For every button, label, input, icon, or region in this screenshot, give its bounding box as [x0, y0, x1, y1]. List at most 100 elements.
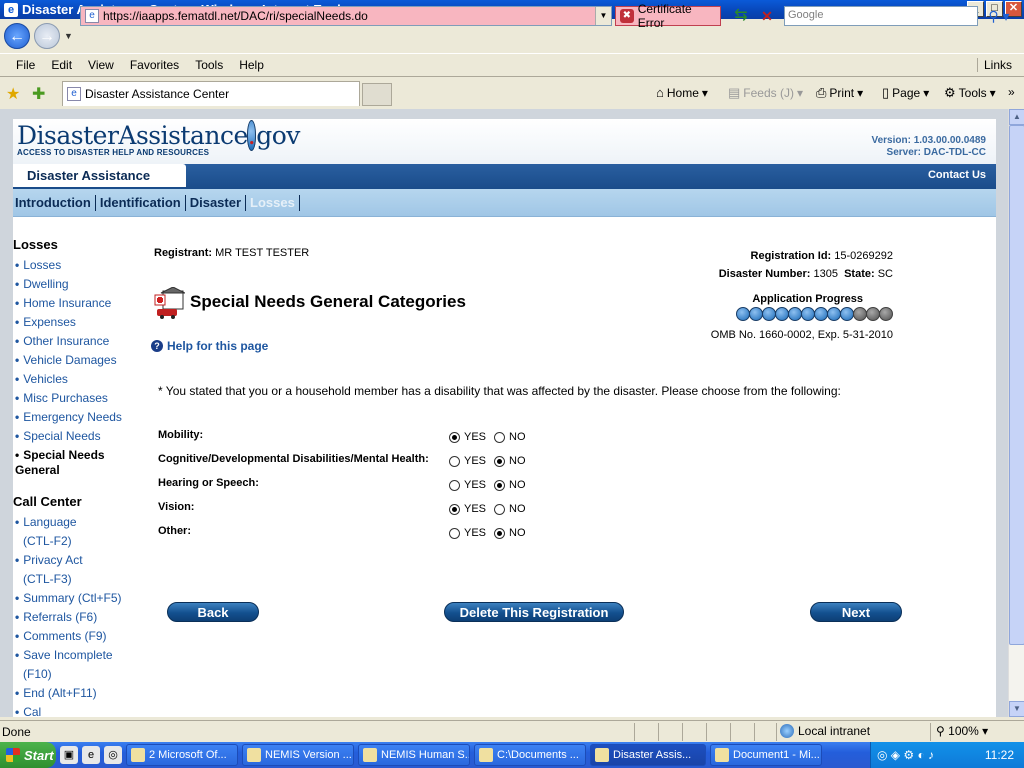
call-center-link[interactable]: • Referrals (F6)	[13, 608, 143, 627]
call-center-link[interactable]: • Comments (F9)	[13, 627, 143, 646]
windows-flag-icon	[6, 748, 20, 762]
status-bar: Done Local intranet ⚲ 100% ▾	[0, 720, 1024, 742]
quicklaunch-outlook-icon[interactable]: ◎	[104, 746, 122, 764]
yes-radio[interactable]	[449, 431, 460, 443]
progress-dot	[762, 307, 776, 321]
sidebar-item-emergency-needs[interactable]: • Emergency Needs	[13, 408, 143, 427]
back-button[interactable]: Back	[167, 602, 259, 622]
stop-icon[interactable]: ✕	[756, 6, 778, 26]
yes-label: YES	[464, 455, 487, 467]
section-nav: Introduction Identification Disaster Los…	[13, 189, 996, 217]
yes-radio[interactable]	[449, 479, 460, 491]
call-center-link[interactable]: • Cal	[13, 703, 143, 717]
security-zone[interactable]: Local intranet	[780, 724, 870, 738]
call-center-link[interactable]: • Summary (Ctl+F5)	[13, 589, 143, 608]
more-commands-chevron-icon[interactable]: »	[1008, 85, 1015, 99]
sidebar-item-misc-purchases[interactable]: • Misc Purchases	[13, 389, 143, 408]
no-radio[interactable]	[494, 479, 506, 491]
menu-tools[interactable]: Tools	[187, 58, 231, 72]
call-center-link[interactable]: • Privacy Act (CTL-F3)	[13, 551, 143, 589]
sidebar-item-expenses[interactable]: • Expenses	[13, 313, 143, 332]
yes-label: YES	[464, 527, 487, 539]
special-needs-icon	[154, 287, 185, 319]
gear-icon: ⚙	[944, 85, 956, 100]
sidebar-item-special-needs[interactable]: • Special Needs	[13, 427, 143, 446]
app-icon	[479, 748, 493, 762]
nav-identification[interactable]: Identification	[98, 194, 186, 211]
taskbar-item[interactable]: Disaster Assis...	[590, 744, 706, 766]
scroll-up-icon[interactable]: ▲	[1009, 109, 1024, 125]
progress-dot	[801, 307, 815, 321]
no-radio[interactable]	[494, 455, 506, 467]
favorites-star-icon[interactable]: ★	[6, 84, 20, 104]
delete-registration-button[interactable]: Delete This Registration	[444, 602, 624, 622]
new-tab-button[interactable]	[362, 83, 392, 106]
contact-us-link[interactable]: Contact Us	[928, 169, 986, 181]
print-button[interactable]: ⎙ Print ▾	[816, 85, 863, 101]
vertical-scrollbar[interactable]: ▲ ▼	[1008, 109, 1024, 717]
yes-label: YES	[464, 479, 487, 491]
taskbar-item[interactable]: NEMIS Version ...	[242, 744, 354, 766]
start-button[interactable]: Start	[0, 742, 56, 768]
call-center-link[interactable]: • End (Alt+F11)	[13, 684, 143, 703]
site-logo[interactable]: DisasterAssistance.gov	[17, 120, 300, 151]
links-button[interactable]: Links	[976, 58, 1020, 72]
no-radio[interactable]	[494, 527, 506, 539]
taskbar-item[interactable]: C:\Documents ...	[474, 744, 586, 766]
taskbar-item[interactable]: NEMIS Human S...	[358, 744, 470, 766]
sidebar-item-home-insurance[interactable]: • Home Insurance	[13, 294, 143, 313]
nav-losses[interactable]: Losses	[248, 194, 300, 211]
home-button[interactable]: ⌂ Home ▾	[656, 85, 708, 100]
call-center-link[interactable]: • Save Incomplete (F10)	[13, 646, 143, 684]
taskbar-item[interactable]: 2 Microsoft Of...	[126, 744, 238, 766]
back-nav-button[interactable]: ←	[4, 22, 30, 49]
add-favorite-icon[interactable]: ✚	[32, 84, 45, 104]
scroll-down-icon[interactable]: ▼	[1009, 701, 1024, 717]
globe-icon	[780, 724, 794, 738]
search-input[interactable]: Google	[784, 6, 978, 26]
help-link[interactable]: ? Help for this page	[151, 339, 268, 353]
yes-radio[interactable]	[449, 503, 460, 515]
next-button[interactable]: Next	[810, 602, 902, 622]
tools-menu-button[interactable]: ⚙ Tools ▾	[944, 85, 996, 101]
tray-icons[interactable]: ◎ ◈ ⚙ ◐ ♪	[871, 748, 934, 762]
no-radio[interactable]	[494, 431, 506, 443]
sidebar: Losses • Losses • Dwelling • Home Insurance • E…	[13, 237, 143, 717]
taskbar-item[interactable]: Document1 - Mi...	[710, 744, 822, 766]
search-icon[interactable]: ⚲ ▾	[982, 6, 1016, 26]
address-dropdown-button[interactable]: ▼	[595, 7, 611, 25]
page-menu-button[interactable]: ▯ Page ▾	[882, 85, 929, 101]
sidebar-item-other-insurance[interactable]: • Other Insurance	[13, 332, 143, 351]
feeds-button[interactable]: ▤ Feeds (J) ▾	[728, 85, 803, 101]
certificate-error-button[interactable]: ✖ Certificate Error	[615, 2, 721, 30]
sidebar-item-dwelling[interactable]: • Dwelling	[13, 275, 143, 294]
quicklaunch-desktop-icon[interactable]: ▣	[60, 746, 78, 764]
nav-disaster[interactable]: Disaster	[188, 194, 247, 211]
call-center-link[interactable]: • Language (CTL-F2)	[13, 513, 143, 551]
shield-icon: ✖	[620, 9, 634, 23]
application-progress	[736, 307, 893, 321]
question-label: Cognitive/Developmental Disabilities/Men…	[158, 453, 429, 465]
nav-introduction[interactable]: Introduction	[13, 194, 96, 211]
sidebar-item-vehicle-damages[interactable]: • Vehicle Damages	[13, 351, 143, 370]
tab-disaster-assistance[interactable]: e Disaster Assistance Center	[62, 81, 360, 106]
yes-radio[interactable]	[449, 455, 460, 467]
quicklaunch-ie-icon[interactable]: e	[82, 746, 100, 764]
recent-pages-dropdown[interactable]: ▼	[64, 31, 74, 41]
forward-nav-button[interactable]: →	[34, 22, 60, 49]
sidebar-item-vehicles[interactable]: • Vehicles	[13, 370, 143, 389]
sidebar-item-losses[interactable]: • Losses	[13, 256, 143, 275]
no-radio[interactable]	[494, 503, 506, 515]
menu-favorites[interactable]: Favorites	[122, 58, 187, 72]
menu-edit[interactable]: Edit	[43, 58, 80, 72]
address-field[interactable]: e https://iaapps.fematdl.net/DAC/ri/spec…	[80, 6, 612, 26]
no-label: NO	[509, 503, 526, 515]
yes-radio[interactable]	[449, 527, 460, 539]
zoom-control[interactable]: ⚲ 100% ▾	[936, 724, 988, 738]
scroll-thumb[interactable]	[1009, 125, 1024, 645]
refresh-icon[interactable]: ⇆	[730, 6, 752, 26]
menu-view[interactable]: View	[80, 58, 122, 72]
help-icon: ?	[151, 340, 163, 352]
menu-file[interactable]: File	[8, 58, 43, 72]
menu-help[interactable]: Help	[231, 58, 272, 72]
